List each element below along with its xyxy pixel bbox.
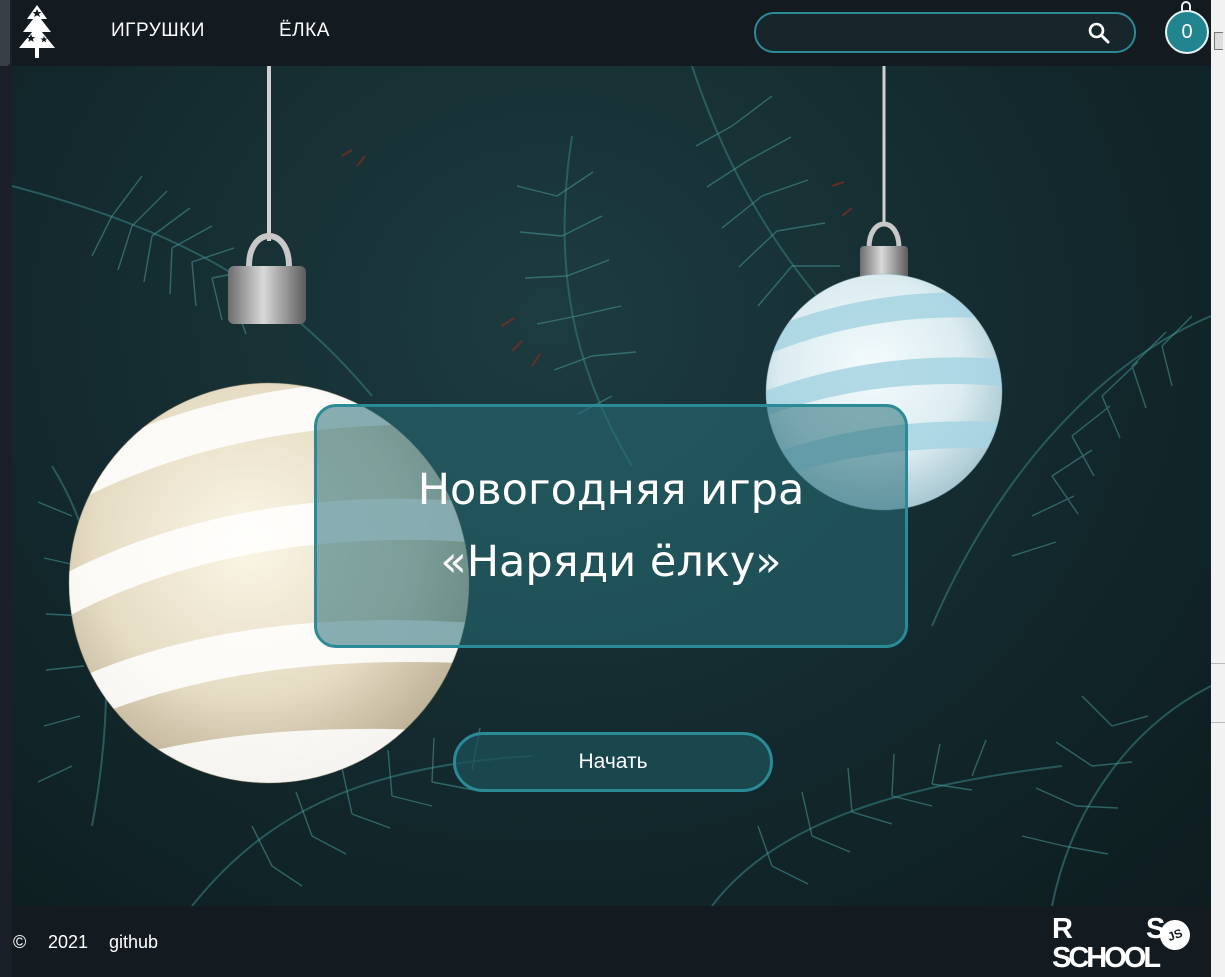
github-link[interactable]: github <box>109 932 158 953</box>
search-input[interactable] <box>772 20 1076 46</box>
header: ИГРУШКИ ЁЛКА 0 <box>12 0 1211 66</box>
rs-logo-word: SCHOOL <box>1052 942 1161 974</box>
window-edge-divider <box>1211 722 1225 723</box>
window-edge-mark <box>1214 32 1223 50</box>
start-button[interactable]: Начать <box>453 732 773 792</box>
game-title-card: Новогодняя игра «Наряди ёлку» <box>314 404 908 648</box>
app-root: ИГРУШКИ ЁЛКА 0 Новогодняя игра «Наряди ё… <box>12 0 1211 977</box>
window-edge-divider <box>1211 663 1225 664</box>
selected-toys-counter[interactable]: 0 <box>1165 10 1209 54</box>
nav-tree-link[interactable]: ЁЛКА <box>279 20 330 42</box>
left-window-edge <box>0 0 12 977</box>
tree-logo-icon[interactable] <box>14 2 60 62</box>
right-window-edge <box>1211 0 1225 977</box>
nav-toys-link[interactable]: ИГРУШКИ <box>111 20 205 42</box>
window-tab <box>0 0 10 66</box>
search-icon[interactable] <box>1088 22 1110 44</box>
hero-section: Новогодняя игра «Наряди ёлку» Начать <box>12 66 1211 906</box>
rs-school-logo[interactable]: R S SCHOOL JS <box>1050 913 1210 975</box>
counter-value: 0 <box>1181 20 1193 43</box>
game-title-line-1: Новогодняя игра <box>417 465 805 515</box>
copyright-year: 2021 <box>48 932 89 952</box>
rs-logo-letter: R <box>1052 913 1073 945</box>
game-title-line-2: «Наряди ёлку» <box>440 537 782 587</box>
search-box <box>754 12 1136 53</box>
copyright-sign: © <box>13 932 27 952</box>
footer: © 2021 github R S SCHOOL JS <box>12 906 1211 977</box>
